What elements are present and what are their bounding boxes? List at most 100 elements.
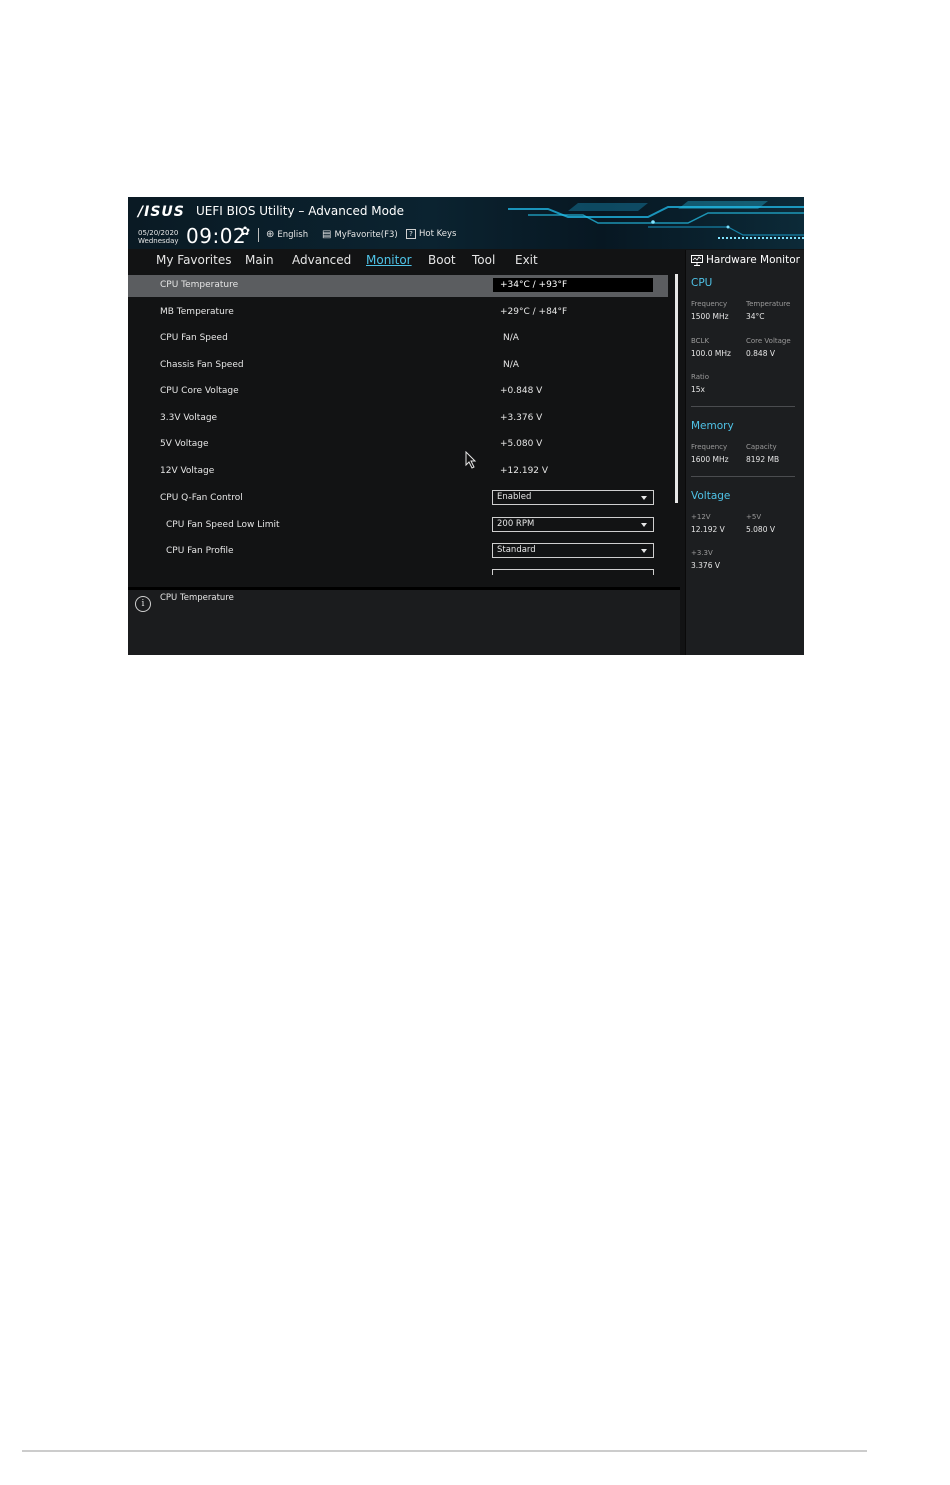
- row-12v-voltage[interactable]: 12V Voltage +12.192 V: [128, 461, 668, 483]
- tab-exit[interactable]: Exit: [515, 253, 538, 267]
- globe-icon: ⊕: [266, 229, 275, 240]
- item-value: +3.376 V: [500, 413, 543, 423]
- row-mb-temperature[interactable]: MB Temperature +29°C / +84°F: [128, 302, 668, 324]
- gear-icon[interactable]: ✿: [240, 224, 250, 238]
- toolbar-divider: [258, 228, 259, 242]
- select-value: Standard: [497, 545, 536, 555]
- tab-boot[interactable]: Boot: [428, 253, 456, 267]
- tab-my-favorites[interactable]: My Favorites: [156, 253, 231, 267]
- help-bar: i CPU Temperature: [128, 587, 680, 655]
- hw-core-voltage: 0.848 V: [746, 349, 775, 358]
- hw-memory-heading: Memory: [691, 420, 734, 432]
- row-3-3v-voltage[interactable]: 3.3V Voltage +3.376 V: [128, 408, 668, 430]
- hw-5v: 5.080 V: [746, 525, 775, 534]
- row-partial-next[interactable]: [128, 567, 668, 575]
- item-label: Chassis Fan Speed: [160, 360, 244, 370]
- select-value: Enabled: [497, 492, 532, 502]
- hw-mem-capacity-label: Capacity: [746, 443, 777, 451]
- fan-profile-select[interactable]: Standard: [492, 543, 654, 558]
- hw-core-voltage-label: Core Voltage: [746, 337, 791, 345]
- hw-cpu-frequency-label: Frequency: [691, 300, 728, 308]
- item-label: MB Temperature: [160, 307, 234, 317]
- partial-select[interactable]: [492, 569, 654, 575]
- row-cpu-fan-profile[interactable]: CPU Fan Profile Standard: [128, 541, 668, 563]
- hw-bclk: 100.0 MHz: [691, 349, 731, 358]
- favorite-list-icon: ▤: [322, 229, 332, 240]
- tab-monitor[interactable]: Monitor: [366, 253, 412, 267]
- language-label: English: [277, 229, 309, 240]
- hw-cpu-frequency: 1500 MHz: [691, 312, 729, 321]
- hardware-monitor-panel: Hardware Monitor CPU Frequency Temperatu…: [685, 250, 804, 655]
- header-bar: /ISUS UEFI BIOS Utility – Advanced Mode …: [128, 197, 804, 249]
- hw-cpu-temperature: 34°C: [746, 312, 765, 321]
- tab-tool[interactable]: Tool: [472, 253, 495, 267]
- hw-title-text: Hardware Monitor: [706, 254, 800, 266]
- row-cpu-fan-speed[interactable]: CPU Fan Speed N/A: [128, 328, 668, 350]
- info-icon: i: [135, 596, 151, 612]
- row-cpu-core-voltage[interactable]: CPU Core Voltage +0.848 V: [128, 381, 668, 403]
- item-value: +34°C / +93°F: [500, 280, 568, 290]
- item-value: N/A: [503, 333, 519, 343]
- chevron-down-icon: [641, 496, 647, 500]
- mouse-pointer-icon: [465, 451, 477, 469]
- item-label: 3.3V Voltage: [160, 413, 218, 423]
- item-value: +5.080 V: [500, 439, 543, 449]
- hardware-monitor-title: Hardware Monitor: [691, 254, 800, 266]
- item-value: +0.848 V: [500, 386, 543, 396]
- hw-mem-frequency: 1600 MHz: [691, 455, 729, 464]
- app-title: UEFI BIOS Utility – Advanced Mode: [196, 204, 404, 218]
- select-value: 200 RPM: [497, 519, 535, 529]
- chevron-down-icon: [641, 523, 647, 527]
- tab-advanced[interactable]: Advanced: [292, 253, 351, 267]
- hw-separator: [691, 406, 795, 407]
- hw-separator: [691, 476, 795, 477]
- item-label: 12V Voltage: [160, 466, 215, 476]
- hw-12v: 12.192 V: [691, 525, 725, 534]
- item-label: CPU Fan Speed Low Limit: [166, 520, 280, 530]
- item-value: +12.192 V: [500, 466, 549, 476]
- asus-logo: /ISUS: [138, 204, 185, 220]
- myfavorite-button[interactable]: ▤ MyFavorite(F3): [322, 229, 398, 240]
- language-button[interactable]: ⊕ English: [266, 229, 308, 240]
- row-chassis-fan-speed[interactable]: Chassis Fan Speed N/A: [128, 355, 668, 377]
- hw-cpu-temperature-label: Temperature: [746, 300, 791, 308]
- row-cpu-fan-speed-low-limit[interactable]: CPU Fan Speed Low Limit 200 RPM: [128, 515, 668, 537]
- date-display: 05/20/2020 Wednesday: [138, 229, 179, 245]
- question-box-icon: ?: [406, 229, 416, 239]
- monitor-settings-list: CPU Temperature +34°C / +93°F MB Tempera…: [128, 273, 680, 577]
- hotkeys-label: Hot Keys: [419, 229, 457, 239]
- page-footer-rule: [22, 1450, 867, 1452]
- hw-mem-frequency-label: Frequency: [691, 443, 728, 451]
- hw-3-3v: 3.376 V: [691, 561, 720, 570]
- row-cpu-temperature[interactable]: CPU Temperature +34°C / +93°F: [128, 275, 668, 297]
- chevron-down-icon: [641, 549, 647, 553]
- clock-time: 09:02: [186, 224, 247, 248]
- hw-3-3v-label: +3.3V: [691, 549, 713, 557]
- hw-mem-capacity: 8192 MB: [746, 455, 780, 464]
- help-text: CPU Temperature: [160, 593, 234, 603]
- item-label: CPU Fan Profile: [166, 546, 234, 556]
- hw-voltage-heading: Voltage: [691, 490, 731, 502]
- value-box: +34°C / +93°F: [493, 278, 653, 292]
- item-label: CPU Fan Speed: [160, 333, 228, 343]
- item-label: CPU Q-Fan Control: [160, 493, 243, 503]
- hw-cpu-heading: CPU: [691, 277, 713, 289]
- qfan-control-select[interactable]: Enabled: [492, 490, 654, 505]
- hw-ratio-label: Ratio: [691, 373, 709, 381]
- hw-bclk-label: BCLK: [691, 337, 710, 345]
- tab-main[interactable]: Main: [245, 253, 274, 267]
- row-cpu-qfan-control[interactable]: CPU Q-Fan Control Enabled: [128, 488, 668, 510]
- myfavorite-label: MyFavorite(F3): [334, 229, 398, 240]
- row-5v-voltage[interactable]: 5V Voltage +5.080 V: [128, 434, 668, 456]
- bios-screen: /ISUS UEFI BIOS Utility – Advanced Mode …: [128, 197, 804, 655]
- item-value: +29°C / +84°F: [500, 307, 568, 317]
- main-nav: My Favorites Main Advanced Monitor Boot …: [128, 250, 682, 272]
- fan-low-limit-select[interactable]: 200 RPM: [492, 517, 654, 532]
- weekday-value: Wednesday: [138, 237, 179, 245]
- hw-ratio: 15x: [691, 385, 705, 394]
- list-scrollbar[interactable]: [675, 274, 678, 503]
- date-value: 05/20/2020: [138, 229, 179, 237]
- hw-12v-label: +12V: [691, 513, 711, 521]
- hotkeys-button[interactable]: ? Hot Keys: [406, 229, 456, 239]
- hw-5v-label: +5V: [746, 513, 762, 521]
